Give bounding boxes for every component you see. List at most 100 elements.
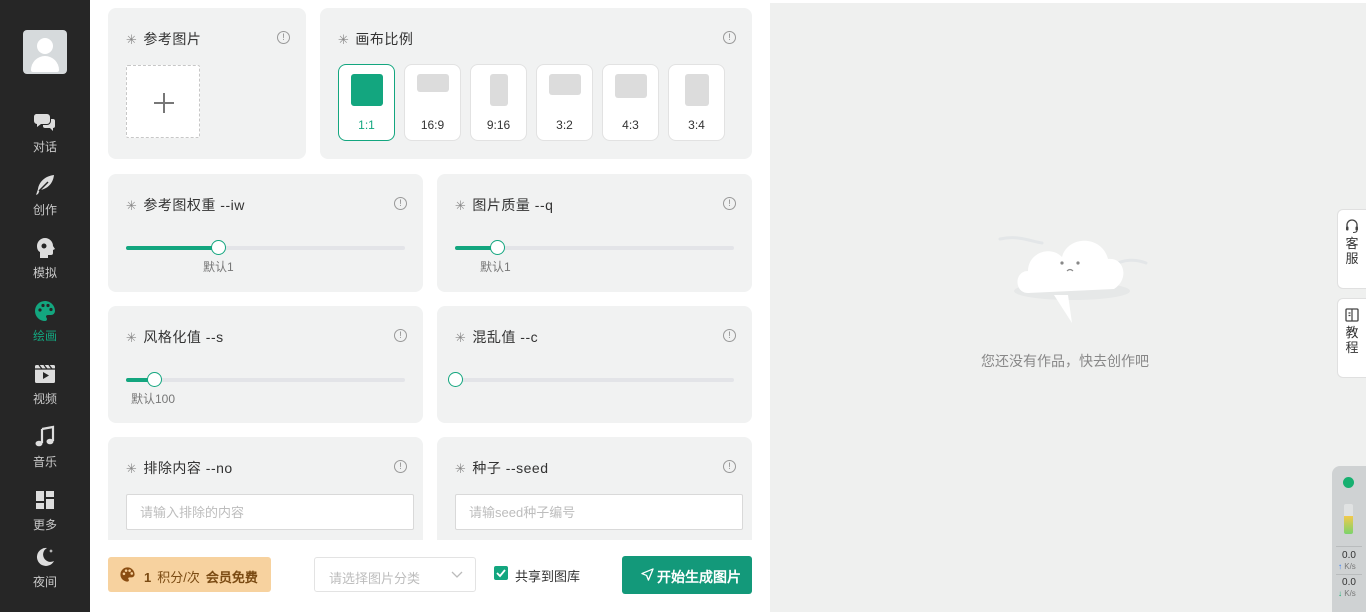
slider-handle[interactable] <box>211 240 227 255</box>
info-icon[interactable]: ! <box>394 329 407 342</box>
ratio-label: 9:16 <box>486 118 511 132</box>
user-avatar[interactable] <box>23 30 67 74</box>
asterisk-icon: ✳ <box>126 198 138 213</box>
ratio-label: 4:3 <box>622 118 639 132</box>
check-icon <box>496 569 506 578</box>
sidebar-item-night-mode[interactable]: 夜间 <box>0 545 90 599</box>
moon-icon <box>36 547 54 566</box>
status-dot-icon <box>1343 477 1354 488</box>
iw-title: 参考图权重 --iw <box>143 197 245 213</box>
upload-unit: ↑ K/s <box>1338 562 1366 571</box>
upload-arrow-icon: ↑ <box>1338 562 1342 571</box>
quality-slider-card: ✳ 图片质量 --q ! 默认1 <box>437 174 752 292</box>
ratio-option-4-3[interactable]: 4:3 <box>602 64 659 141</box>
slider-default-label: 默认1 <box>480 260 511 274</box>
canvas-ratio-card: ✳ 画布比例 ! 1:1 16:9 9:16 3:2 4:3 3:4 <box>320 8 752 159</box>
sidebar-item-label: 对话 <box>32 140 57 154</box>
stylize-slider[interactable] <box>126 372 405 387</box>
sidebar-item-more[interactable]: 更多 <box>0 488 90 542</box>
download-speed: 0.0 <box>1342 577 1356 588</box>
category-placeholder: 请选择图片分类 <box>329 571 421 586</box>
card-title: ✳ 风格化值 --s <box>126 327 224 347</box>
sidebar-item-chat[interactable]: 对话 <box>0 110 90 164</box>
asterisk-icon: ✳ <box>338 32 350 47</box>
share-label: 共享到图库 <box>515 569 581 584</box>
reference-image-card: ✳ 参考图片 ! <box>108 8 306 159</box>
upload-unit-label: K/s <box>1344 562 1356 571</box>
works-area: 您还没有作品，快去创作吧 <box>770 3 1366 612</box>
avatar-shoulders-shape <box>31 56 59 72</box>
ratio-option-16-9[interactable]: 16:9 <box>404 64 461 141</box>
slider-handle[interactable] <box>448 372 463 387</box>
checkbox-checked-icon[interactable] <box>494 566 508 580</box>
ratio-label: 3:2 <box>556 118 573 132</box>
info-icon[interactable]: ! <box>394 197 407 210</box>
asterisk-icon: ✳ <box>126 32 138 47</box>
seed-card: ✳ 种子 --seed ! <box>437 437 752 540</box>
category-select[interactable]: 请选择图片分类 <box>314 557 476 592</box>
sidebar-item-label: 绘画 <box>32 329 57 343</box>
tutorial-tab[interactable]: 教程 <box>1337 298 1366 378</box>
info-icon[interactable]: ! <box>723 31 736 44</box>
download-unit: ↓ K/s <box>1338 589 1366 598</box>
info-icon[interactable]: ! <box>394 460 407 473</box>
memory-usage-fill <box>1344 516 1353 534</box>
sidebar-item-label: 夜间 <box>32 575 57 589</box>
ratio-option-3-2[interactable]: 3:2 <box>536 64 593 141</box>
chaos-slider[interactable] <box>448 372 734 387</box>
plus-icon-vertical <box>163 93 165 113</box>
asterisk-icon: ✳ <box>126 330 138 345</box>
feather-icon <box>36 175 54 195</box>
upload-image-button[interactable] <box>126 65 200 138</box>
upload-speed: 0.0 <box>1342 550 1356 561</box>
points-number: 1 <box>144 570 152 585</box>
ratio-option-3-4[interactable]: 3:4 <box>668 64 725 141</box>
sidebar-item-video[interactable]: 视频 <box>0 362 90 416</box>
sidebar-item-label: 创作 <box>32 203 57 217</box>
slider-default-label: 默认1 <box>203 260 234 274</box>
points-badge[interactable]: 1 积分/次 会员免费 <box>108 557 271 592</box>
exclude-title: 排除内容 --no <box>143 460 233 476</box>
sidebar-item-label: 音乐 <box>32 455 57 469</box>
ratio-shape <box>417 74 449 92</box>
sidebar-item-paint[interactable]: 绘画 <box>0 299 90 353</box>
sidebar-item-label: 更多 <box>32 518 57 532</box>
seed-title: 种子 --seed <box>472 460 549 476</box>
side-tab-label: 客服 <box>1345 236 1359 266</box>
sidebar-item-music[interactable]: 音乐 <box>0 425 90 479</box>
slider-handle[interactable] <box>146 372 162 387</box>
customer-service-tab[interactable]: 客服 <box>1337 209 1366 289</box>
info-icon[interactable]: ! <box>723 197 736 210</box>
network-monitor-widget[interactable]: 0.0 ↑ K/s 0.0 ↓ K/s <box>1332 466 1366 612</box>
card-title: ✳ 参考图片 <box>126 29 201 49</box>
download-unit-label: K/s <box>1344 589 1356 598</box>
send-icon <box>641 568 654 581</box>
iw-slider[interactable] <box>126 240 405 255</box>
palette-icon <box>35 301 55 321</box>
headset-icon <box>1346 219 1358 234</box>
ratio-option-9-16[interactable]: 9:16 <box>470 64 527 141</box>
seed-input[interactable] <box>455 494 743 530</box>
avatar-head-shape <box>37 38 53 54</box>
info-icon[interactable]: ! <box>723 329 736 342</box>
chaos-slider-card: ✳ 混乱值 --c ! <box>437 306 752 423</box>
memory-usage-bar <box>1344 504 1353 534</box>
sidebar-item-simulate[interactable]: 模拟 <box>0 236 90 290</box>
book-icon <box>1345 308 1359 322</box>
generate-image-button[interactable]: 开始生成图片 <box>622 556 752 594</box>
ratio-shape <box>490 74 508 106</box>
info-icon[interactable]: ! <box>723 460 736 473</box>
ratio-label: 16:9 <box>420 118 445 132</box>
asterisk-icon: ✳ <box>455 330 467 345</box>
sidebar-item-create[interactable]: 创作 <box>0 173 90 227</box>
card-title: ✳ 排除内容 --no <box>126 458 233 478</box>
chat-bubbles-icon <box>33 114 55 131</box>
ratio-shape <box>549 74 581 95</box>
ratio-option-1-1[interactable]: 1:1 <box>338 64 395 141</box>
exclude-input[interactable] <box>126 494 414 530</box>
ratio-shape <box>351 74 383 106</box>
quality-slider[interactable] <box>455 240 734 255</box>
stylize-slider-card: ✳ 风格化值 --s ! 默认100 <box>108 306 423 423</box>
slider-handle[interactable] <box>489 240 505 255</box>
info-icon[interactable]: ! <box>277 31 290 44</box>
